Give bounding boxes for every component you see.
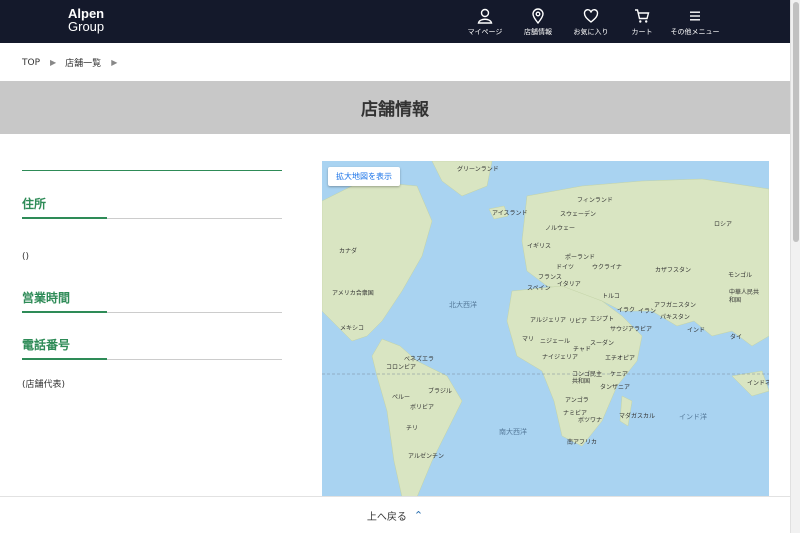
breadcrumb-top-link[interactable]: TOP [22,58,40,68]
map-label: イギリス [527,243,552,250]
map-label: フィンランド [577,197,613,204]
map-label: トルコ [602,293,620,300]
breadcrumb-arrow-icon: ▶ [111,58,118,67]
map-label: モンゴル [728,272,753,279]
breadcrumb-arrow-icon: ▶ [50,58,57,67]
map-label: チリ [406,425,419,432]
phone-underline [22,358,107,360]
map-label: パキスタン [660,314,690,321]
cart-icon [635,9,650,23]
nav-other-menu-label: その他メニュー [670,28,720,36]
map-pin-icon [532,8,544,24]
map-label: ノルウェー [545,225,576,232]
map-label: ニジェール [540,338,571,345]
map-label: アイスランド [492,210,528,217]
phone-value: (店舗代表) [22,380,66,390]
nav-favorites-label: お気に入り [573,28,609,36]
map-label: グリーンランド [457,166,499,173]
site-header: Alpen Group マイページ 店舗情報 お気に入り カート その他メニュー [0,0,790,43]
address-section-header: 住所 [22,195,282,219]
map-label: コロンビア [386,364,417,371]
nav-cart-label: カート [631,28,653,36]
map-label: スペイン [527,285,551,292]
map-label: アメリカ合衆国 [332,290,374,297]
map-label: ポーランド [565,254,596,261]
map-label: スーダン [590,340,615,347]
map-label: インド [687,327,706,334]
ocean-label: 南大西洋 [499,428,527,436]
map-label: リビア [569,318,588,325]
map-label: イラク [617,307,636,314]
ocean-label: インド洋 [679,413,707,421]
map-label: スウェーデン [560,211,597,218]
nav-cart[interactable]: カート [627,0,657,43]
map-label: イラン [638,308,657,315]
map-label: ナイジェリア [542,354,579,361]
map-label: メキシコ [340,325,365,332]
address-heading: 住所 [22,197,47,211]
map-label: ボツワナ [578,417,603,424]
menu-icon [690,11,700,21]
logo-line2: Group [68,19,105,34]
breadcrumb: TOP ▶ 店舗一覧 ▶ [22,56,126,70]
address-underline [22,217,107,219]
heart-icon [583,9,599,23]
title-band: 店舗情報 [0,81,790,134]
map-label: カナダ [339,248,358,255]
map-label: インドネ [747,380,769,387]
address-value: () [22,252,30,262]
map-label: イタリア [557,281,581,288]
enlarge-map-button[interactable]: 拡大地図を表示 [328,167,400,186]
map-label: アルジェリア [530,317,566,324]
map-label: ロシア [714,221,733,228]
map-label: ドイツ [556,264,575,271]
hours-heading: 営業時間 [22,291,71,305]
phone-divider [107,359,282,360]
user-icon [477,8,493,24]
map-label: エチオピア [605,355,636,362]
map-label: サウジアラビア [610,326,653,333]
chevron-up-icon: ⌃ [413,508,424,522]
hours-section-header: 営業時間 [22,289,282,313]
scrollbar-thumb[interactable] [793,2,799,242]
phone-section-header: 電話番号 [22,336,282,360]
nav-mypage-label: マイページ [467,28,503,36]
map-label: マリ [522,336,535,343]
map-label: 中華人民共和国 [729,289,760,304]
map-label: 南アフリカ [567,439,598,446]
map-label: タイ [730,334,743,341]
nav-other-menu[interactable]: その他メニュー [670,0,720,43]
map-label: カザフスタン [655,267,692,274]
page-scrollbar[interactable] [790,0,800,533]
map-label: マダガスカル [619,413,656,420]
ocean-label: 北大西洋 [449,301,477,309]
alpen-group-logo[interactable]: Alpen Group [68,7,104,33]
back-to-top-bar[interactable]: 上へ戻る ⌃ [0,496,790,533]
nav-mypage[interactable]: マイページ [466,0,504,43]
world-map[interactable]: 拡大地図を表示 グリーンランド アイスランド フィンランド スウェーデン ノルウ… [322,161,769,497]
map-label: アンゴラ [565,397,589,404]
map-label: アフガニスタン [654,302,697,309]
top-divider [22,170,282,171]
phone-heading: 電話番号 [22,338,71,352]
map-label: ペルー [392,394,411,401]
map-label: ウクライナ [592,264,622,271]
map-label: ケニア [610,371,629,378]
map-label: タンザニア [600,384,631,391]
nav-favorites[interactable]: お気に入り [572,0,610,43]
back-to-top-label: 上へ戻る [366,511,407,523]
nav-store-info[interactable]: 店舗情報 [520,0,556,43]
map-label: アルゼンチン [408,453,444,460]
address-divider [107,218,282,219]
page-title: 店舗情報 [361,100,429,120]
hours-divider [107,312,282,313]
map-label: ボリビア [410,404,435,411]
nav-store-info-label: 店舗情報 [524,28,552,36]
hours-underline [22,311,107,313]
map-label: エジプト [590,316,615,323]
store-info-panel: 住所 () 営業時間 電話番号 (店舗代表) [22,170,282,390]
breadcrumb-store-list-link[interactable]: 店舗一覧 [65,56,101,69]
map-label: ブラジル [428,388,452,395]
